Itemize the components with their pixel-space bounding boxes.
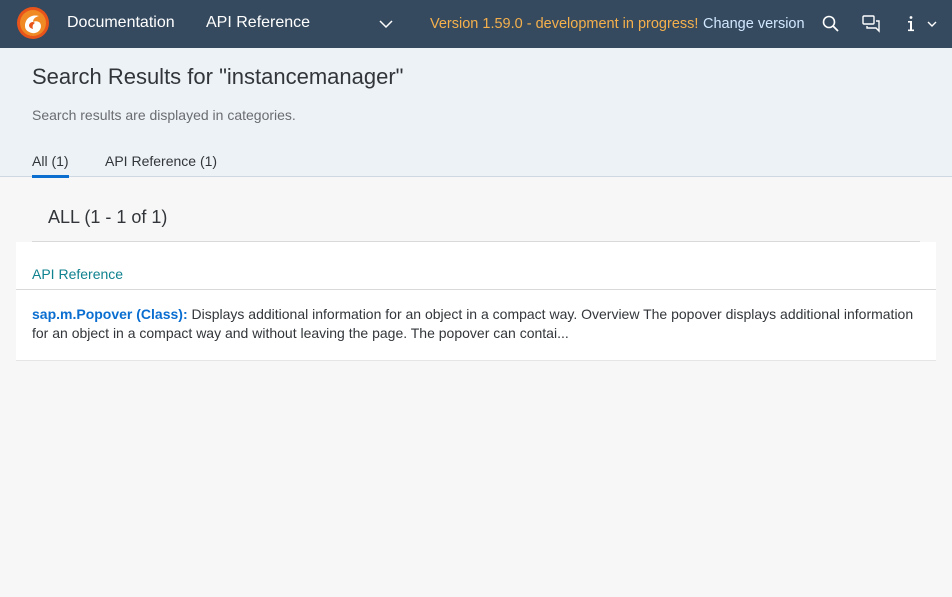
feedback-icon[interactable] — [861, 14, 881, 34]
section-title: ALL (1 - 1 of 1) — [48, 207, 168, 227]
change-version-link[interactable]: Change version — [703, 16, 805, 32]
nav-documentation[interactable]: Documentation — [67, 14, 175, 32]
tab-all[interactable]: All (1) — [32, 153, 69, 169]
list-item[interactable]: sap.m.Popover (Class): Displays addition… — [32, 305, 922, 343]
chevron-down-icon[interactable] — [379, 17, 393, 31]
search-icon[interactable] — [821, 14, 841, 34]
page-title: Search Results for "instancemanager" — [32, 64, 404, 89]
tab-api-reference[interactable]: API Reference (1) — [105, 153, 217, 169]
version-warning: Version 1.59.0 - development in progress… — [430, 16, 699, 32]
page-subtitle: Search results are displayed in categori… — [32, 107, 296, 123]
selected-tab-indicator — [32, 175, 69, 178]
group-header-api-reference: API Reference — [32, 266, 124, 282]
shell-bar: Documentation API Reference Version 1.59… — [0, 0, 952, 48]
nav-api-reference[interactable]: API Reference — [206, 14, 310, 32]
result-link[interactable]: sap.m.Popover (Class): — [32, 306, 188, 322]
divider — [16, 289, 936, 290]
page-header: Search Results for "instancemanager" Sea… — [0, 48, 952, 178]
results-panel: API Reference sap.m.Popover (Class): Dis… — [16, 242, 936, 361]
openui5-logo-icon[interactable] — [16, 6, 50, 40]
info-icon[interactable] — [901, 14, 941, 34]
